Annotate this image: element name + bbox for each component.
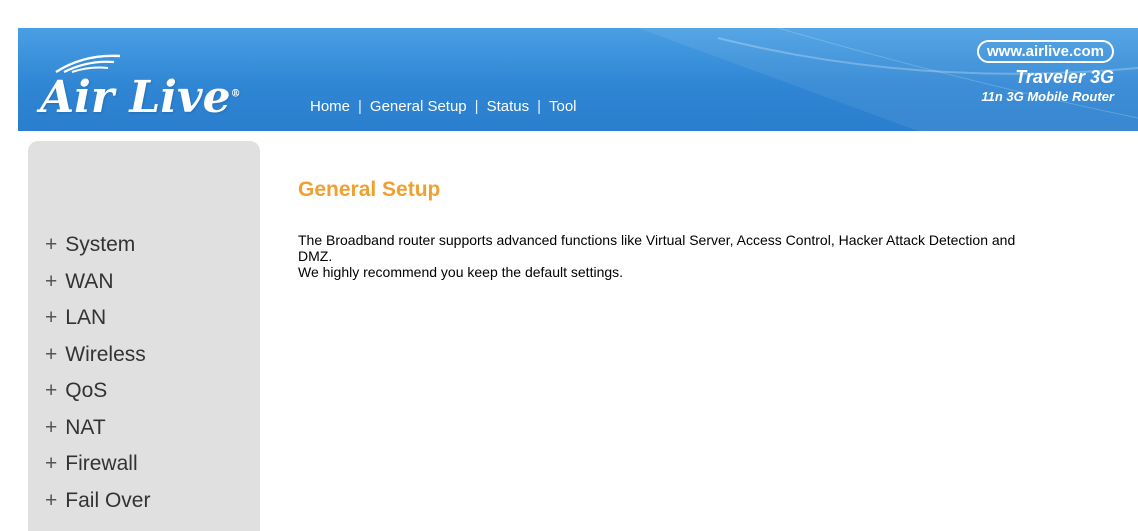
sidebar-item-system[interactable]: + System <box>45 227 150 264</box>
sidebar-item-label: System <box>65 233 136 256</box>
logo-wordmark: Air Live <box>40 72 231 123</box>
nav-separator: | <box>474 98 479 115</box>
nav-separator: | <box>358 98 362 115</box>
header-banner: Air Live® Home | General Setup | Status | Tool… <box>18 28 1138 131</box>
sidebar-item-label: Wireless <box>65 342 146 366</box>
product-name: Traveler 3G <box>1015 67 1114 87</box>
sidebar-item-label: Firewall <box>65 452 138 475</box>
sidebar: + System + WAN + LAN + Wireless + QoS + NAT + F… <box>28 141 260 531</box>
main-content: General Setup The Broadband router suppo… <box>298 178 1058 280</box>
nav-separator: | <box>537 98 541 115</box>
logo-registered-mark: ® <box>230 88 241 100</box>
expand-plus-icon: + <box>45 452 58 475</box>
top-navigation: Home | General Setup | Status | Tool <box>310 98 577 115</box>
description-text: The Broadband router supports advanced f… <box>298 232 1016 264</box>
expand-plus-icon: + <box>45 342 58 366</box>
sidebar-item-firewall[interactable]: + Firewall <box>45 446 150 483</box>
nav-home[interactable]: Home <box>310 98 350 115</box>
expand-plus-icon: + <box>45 306 58 329</box>
sidebar-item-label: QoS <box>65 379 108 402</box>
sidebar-item-label: NAT <box>65 415 106 439</box>
expand-plus-icon: + <box>45 233 58 256</box>
product-subtitle: 11n 3G Mobile Router <box>981 89 1114 104</box>
sidebar-item-wireless[interactable]: + Wireless <box>45 337 150 374</box>
expand-plus-icon: + <box>45 269 58 293</box>
nav-general-setup[interactable]: General Setup <box>370 98 467 115</box>
sidebar-item-lan[interactable]: + LAN <box>45 300 150 337</box>
website-link[interactable]: www.airlive.com <box>977 40 1114 63</box>
page-title: General Setup <box>298 178 441 201</box>
sidebar-item-label: LAN <box>65 306 107 329</box>
sidebar-item-fail-over[interactable]: + Fail Over <box>45 483 150 520</box>
logo-text: Air Live® <box>40 72 241 123</box>
recommendation-text: We highly recommend you keep the default… <box>298 264 624 280</box>
airlive-logo[interactable]: Air Live® <box>40 50 280 123</box>
top-gap <box>0 0 1138 28</box>
product-branding: www.airlive.com Traveler 3G 11n 3G Mobil… <box>977 40 1114 104</box>
sidebar-item-label: WAN <box>65 269 114 293</box>
sidebar-menu: + System + WAN + LAN + Wireless + QoS + NAT + F… <box>45 227 150 519</box>
logo-wireless-arcs-icon <box>55 54 121 74</box>
nav-tool[interactable]: Tool <box>549 98 577 115</box>
sidebar-item-wan[interactable]: + WAN <box>45 264 150 301</box>
sidebar-item-nat[interactable]: + NAT <box>45 410 150 447</box>
expand-plus-icon: + <box>45 415 58 439</box>
nav-status[interactable]: Status <box>487 98 530 115</box>
page-frame: Air Live® Home | General Setup | Status | Tool… <box>18 28 1138 531</box>
expand-plus-icon: + <box>45 379 58 402</box>
sidebar-item-qos[interactable]: + QoS <box>45 373 150 410</box>
sidebar-item-label: Fail Over <box>65 488 151 512</box>
expand-plus-icon: + <box>45 488 58 512</box>
